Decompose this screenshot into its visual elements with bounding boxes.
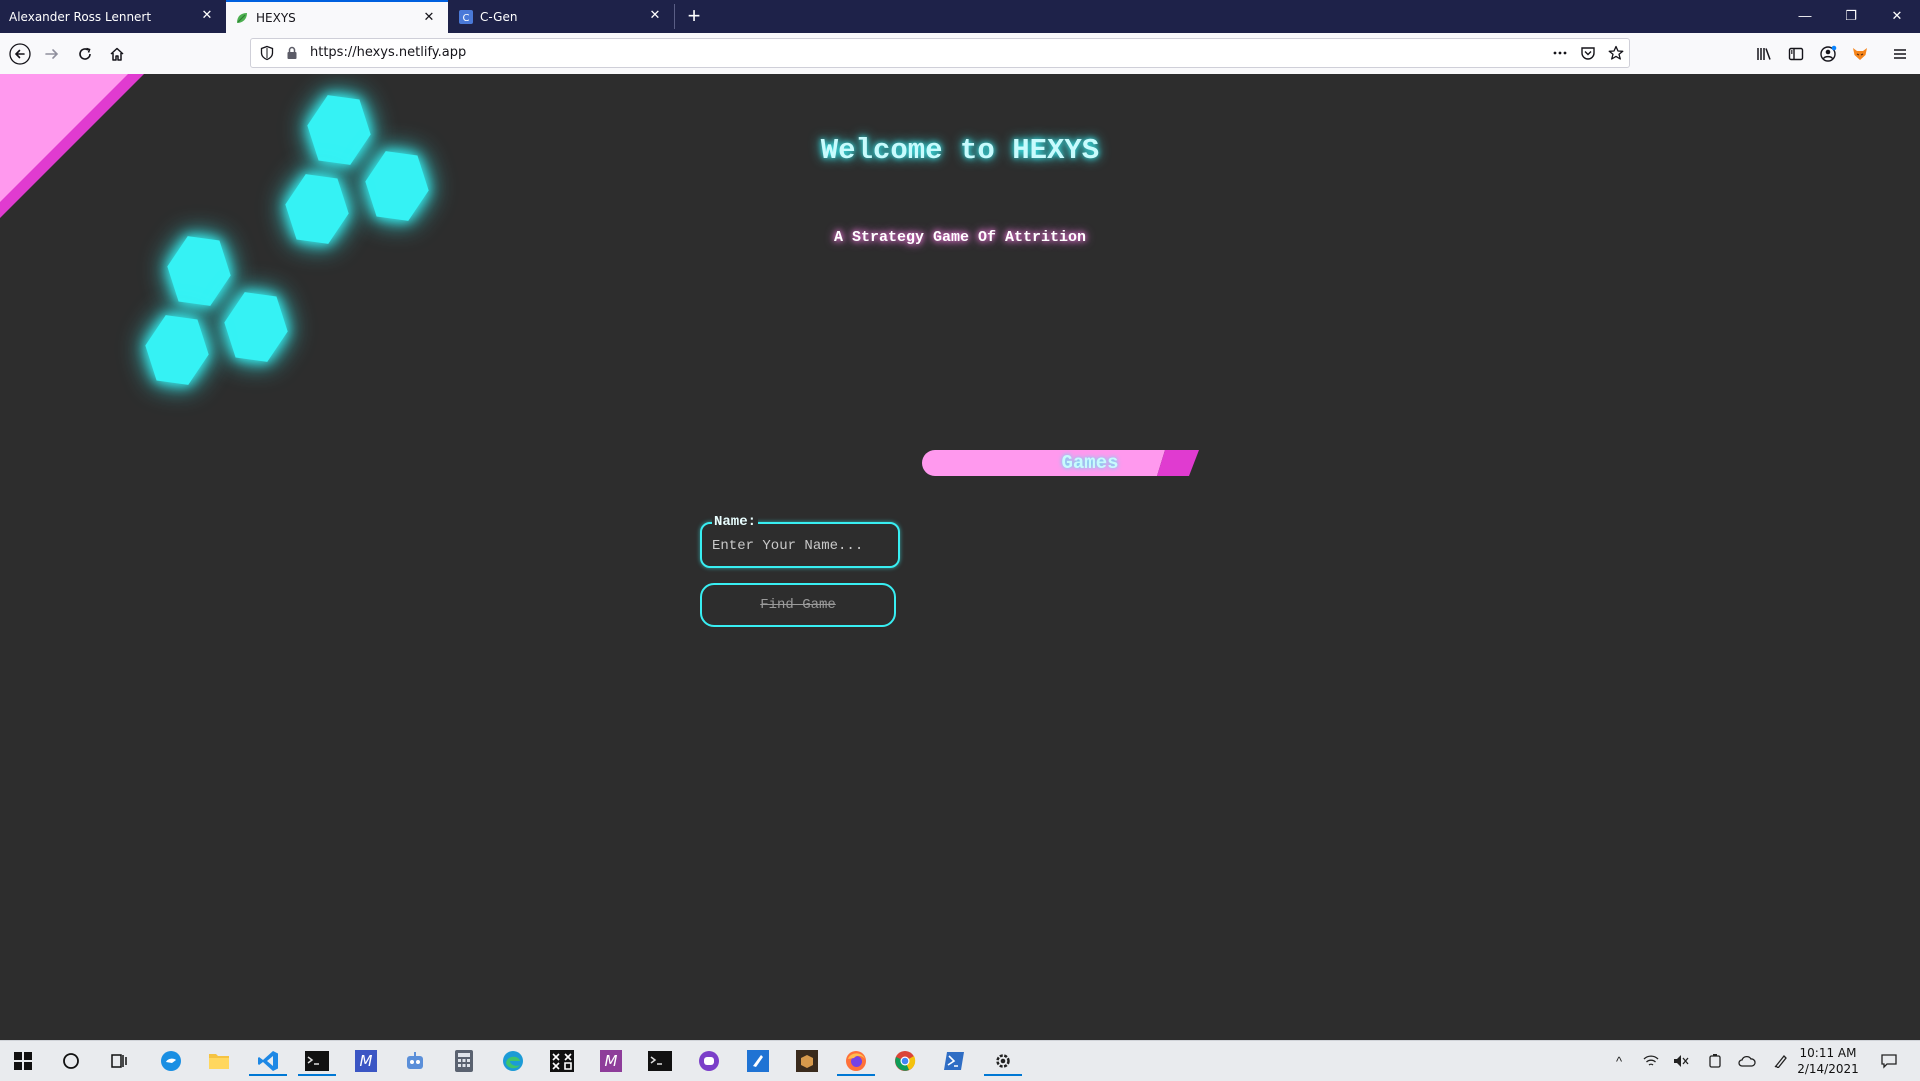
box-app-icon[interactable] bbox=[792, 1046, 822, 1076]
purple-app-icon[interactable] bbox=[694, 1046, 724, 1076]
account-icon[interactable] bbox=[1814, 40, 1842, 68]
settings-gear-icon[interactable] bbox=[984, 1046, 1022, 1076]
powershell-icon[interactable] bbox=[939, 1046, 969, 1076]
chevron-up-icon[interactable]: ^ bbox=[1610, 1052, 1628, 1070]
hexagon-icon bbox=[283, 174, 351, 244]
name-label: Name: bbox=[712, 514, 759, 530]
minimize-icon[interactable]: — bbox=[1782, 0, 1828, 33]
pocket-icon[interactable] bbox=[1580, 45, 1596, 61]
search-circle-icon[interactable] bbox=[56, 1046, 86, 1076]
more-actions-icon[interactable] bbox=[1552, 45, 1568, 61]
m-app-icon-2[interactable]: M bbox=[596, 1046, 626, 1076]
robot-icon[interactable] bbox=[400, 1046, 430, 1076]
reload-icon[interactable] bbox=[71, 40, 99, 68]
notifications-icon[interactable] bbox=[1880, 1052, 1898, 1070]
tab-alexander-ross-lennert[interactable]: Alexander Ross Lennert ✕ bbox=[0, 0, 226, 33]
hexagon-icon bbox=[363, 151, 431, 221]
blue-app-icon[interactable] bbox=[743, 1046, 773, 1076]
close-tab-icon[interactable]: ✕ bbox=[648, 9, 662, 23]
close-tab-icon[interactable]: ✕ bbox=[422, 11, 436, 25]
pen-icon[interactable] bbox=[1772, 1052, 1790, 1070]
svg-text:M: M bbox=[605, 1052, 618, 1070]
forward-arrow-icon[interactable] bbox=[38, 40, 66, 68]
tab-label: HEXYS bbox=[256, 10, 296, 25]
svg-text:C: C bbox=[463, 13, 470, 24]
start-icon[interactable] bbox=[8, 1046, 38, 1076]
tab-separator bbox=[674, 4, 675, 29]
fox-extension-icon[interactable] bbox=[1846, 40, 1874, 68]
close-tab-icon[interactable]: ✕ bbox=[200, 9, 214, 23]
tab-label: Alexander Ross Lennert bbox=[9, 9, 152, 24]
c-gen-favicon-icon: C bbox=[459, 9, 473, 24]
task-view-icon[interactable] bbox=[104, 1046, 134, 1076]
matrix-icon[interactable] bbox=[547, 1046, 577, 1076]
active-app-indicator bbox=[249, 1074, 287, 1076]
hexys-favicon-icon bbox=[235, 11, 249, 25]
vscode-icon[interactable] bbox=[249, 1046, 287, 1076]
tab-hexys[interactable]: HEXYS ✕ bbox=[226, 0, 448, 33]
chat-bubble-icon[interactable] bbox=[156, 1046, 186, 1076]
tracking-shield-icon[interactable] bbox=[259, 45, 275, 61]
sidebar-icon[interactable] bbox=[1782, 40, 1810, 68]
calculator-icon[interactable] bbox=[449, 1046, 479, 1076]
lock-icon[interactable] bbox=[284, 45, 300, 61]
page-title: Welcome to HEXYS bbox=[820, 134, 1100, 167]
new-tab-icon[interactable]: + bbox=[680, 2, 708, 30]
corner-decoration bbox=[0, 74, 144, 218]
firefox-icon[interactable] bbox=[837, 1046, 875, 1076]
clock-date: 2/14/2021 bbox=[1797, 1062, 1859, 1076]
library-icon[interactable] bbox=[1750, 40, 1778, 68]
wifi-icon[interactable] bbox=[1642, 1052, 1660, 1070]
address-bar[interactable]: https://hexys.netlify.app bbox=[250, 38, 1630, 68]
home-icon[interactable] bbox=[103, 40, 131, 68]
hexys-page: Welcome to HEXYS A Strategy Game Of Attr… bbox=[0, 74, 1920, 1040]
close-window-icon[interactable]: ✕ bbox=[1874, 0, 1920, 33]
system-clock[interactable]: 10:11 AM 2/14/2021 bbox=[1793, 1045, 1863, 1077]
tab-games[interactable]: Games bbox=[1010, 451, 1170, 475]
browser-tab-strip: Alexander Ross Lennert ✕ HEXYS ✕ C C-Gen… bbox=[0, 0, 1920, 33]
clock-time: 10:11 AM bbox=[1799, 1046, 1857, 1060]
active-app-indicator bbox=[298, 1074, 336, 1076]
restore-window-icon[interactable]: ❐ bbox=[1828, 0, 1874, 33]
edge-icon[interactable] bbox=[498, 1046, 528, 1076]
page-subtitle: A Strategy Game Of Attrition bbox=[833, 229, 1087, 246]
tab-c-gen[interactable]: C C-Gen ✕ bbox=[450, 0, 674, 33]
back-arrow-icon[interactable] bbox=[6, 40, 34, 68]
url-text[interactable]: https://hexys.netlify.app bbox=[310, 39, 466, 67]
hexagon-icon bbox=[143, 315, 211, 385]
active-app-indicator bbox=[984, 1074, 1022, 1076]
cloud-icon[interactable] bbox=[1738, 1052, 1756, 1070]
bookmark-star-icon[interactable] bbox=[1608, 45, 1624, 61]
find-game-button[interactable]: Find Game bbox=[700, 583, 896, 627]
windows-taskbar: M M ^ 10:11 AM 2/14/2021 bbox=[0, 1040, 1920, 1081]
m-app-icon[interactable]: M bbox=[351, 1046, 381, 1076]
terminal-icon[interactable] bbox=[298, 1046, 336, 1076]
file-explorer-icon[interactable] bbox=[204, 1046, 234, 1076]
name-input[interactable] bbox=[710, 532, 896, 560]
chrome-icon[interactable] bbox=[890, 1046, 920, 1076]
mute-volume-icon[interactable] bbox=[1672, 1052, 1690, 1070]
tab-label: C-Gen bbox=[480, 9, 518, 24]
hexagon-icon bbox=[222, 292, 290, 362]
active-app-indicator bbox=[837, 1074, 875, 1076]
hamburger-menu-icon[interactable] bbox=[1886, 40, 1914, 68]
svg-text:M: M bbox=[360, 1052, 373, 1070]
navigation-toolbar: https://hexys.netlify.app bbox=[0, 33, 1920, 75]
battery-plug-icon[interactable] bbox=[1706, 1052, 1724, 1070]
terminal-icon-2[interactable] bbox=[645, 1046, 675, 1076]
